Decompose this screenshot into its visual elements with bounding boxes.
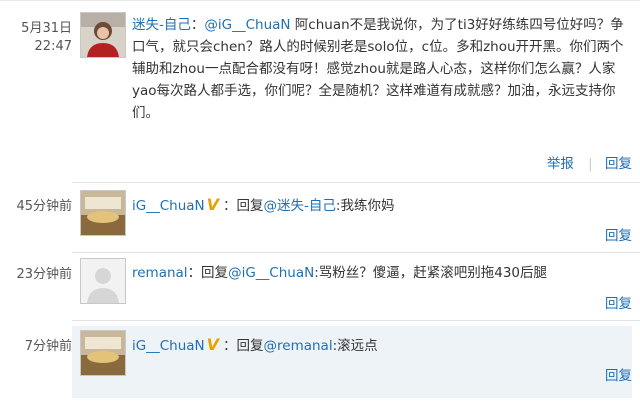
comment-1-body: 迷失-自己：@iG__ChuaN 阿chuan不是我说你，为了ti3好好练练四号… (132, 14, 632, 124)
comment-4-actions: 回复 (589, 364, 632, 384)
comment-4-mention[interactable]: @remanal (264, 338, 333, 354)
reply-button[interactable]: 回复 (605, 368, 632, 384)
comment-2-mention[interactable]: @迷失-自己 (264, 198, 336, 214)
comment-4-author[interactable]: iG__ChuaN (132, 338, 205, 354)
comment-4-time: 7分钟前 (24, 339, 72, 354)
comment-1-author[interactable]: 迷失-自己 (132, 17, 191, 33)
avatar[interactable] (80, 190, 126, 236)
comment-3-author[interactable]: remanal (132, 265, 188, 281)
report-button[interactable]: 举报 (547, 156, 574, 172)
comment-3-actions: 回复 (589, 292, 632, 312)
comment-4-prefix: ：回复 (223, 338, 264, 354)
comment-4-body: iG__ChuaN V ：回复@remanal:滚远点 (132, 334, 632, 357)
comment-2-actions: 回复 (589, 224, 632, 244)
avatar-photo-icon (81, 191, 125, 235)
comment-1-actions: 举报 | 回复 (531, 152, 632, 172)
comment-1-mention[interactable]: @iG__ChuaN (204, 17, 290, 33)
comment-4-text: :滚远点 (332, 338, 378, 354)
divider (72, 320, 640, 321)
default-avatar-icon (81, 259, 125, 303)
comment-3-mention[interactable]: @iG__ChuaN (228, 265, 314, 281)
verified-badge-icon: V (206, 195, 220, 214)
top-border (0, 0, 640, 1)
action-divider: | (588, 156, 593, 172)
comment-2-text: :我练你妈 (335, 198, 395, 214)
comment-3-body: remanal：回复@iG__ChuaN:骂粉丝？傻逼，赶紧滚吧别拖430后腿 (132, 262, 632, 284)
comment-3-text: :骂粉丝？傻逼，赶紧滚吧别拖430后腿 (314, 265, 548, 281)
avatar-photo-icon (81, 331, 125, 375)
divider (72, 252, 640, 253)
comment-2-author[interactable]: iG__ChuaN (132, 198, 205, 214)
comment-2-prefix: ：回复 (223, 198, 264, 214)
avatar[interactable] (80, 12, 126, 58)
comment-3-time: 23分钟前 (16, 267, 72, 282)
reply-button[interactable]: 回复 (605, 296, 632, 312)
avatar[interactable] (80, 330, 126, 376)
comment-1-time: 5月31日 22:47 (0, 20, 72, 56)
comment-1-clock: 22:47 (34, 39, 72, 54)
comment-3-prefix: ：回复 (187, 265, 229, 281)
comment-2-body: iG__ChuaN V ：回复@迷失-自己:我练你妈 (132, 194, 632, 217)
verified-badge-icon: V (206, 335, 220, 354)
avatar[interactable] (80, 258, 126, 304)
reply-button[interactable]: 回复 (605, 156, 632, 172)
comment-1-colon: ： (190, 17, 205, 33)
reply-button[interactable]: 回复 (605, 228, 632, 244)
avatar-photo-icon (81, 13, 125, 57)
comment-1-date: 5月31日 (21, 21, 72, 36)
comment-2-time: 45分钟前 (16, 199, 72, 214)
divider (72, 182, 640, 183)
